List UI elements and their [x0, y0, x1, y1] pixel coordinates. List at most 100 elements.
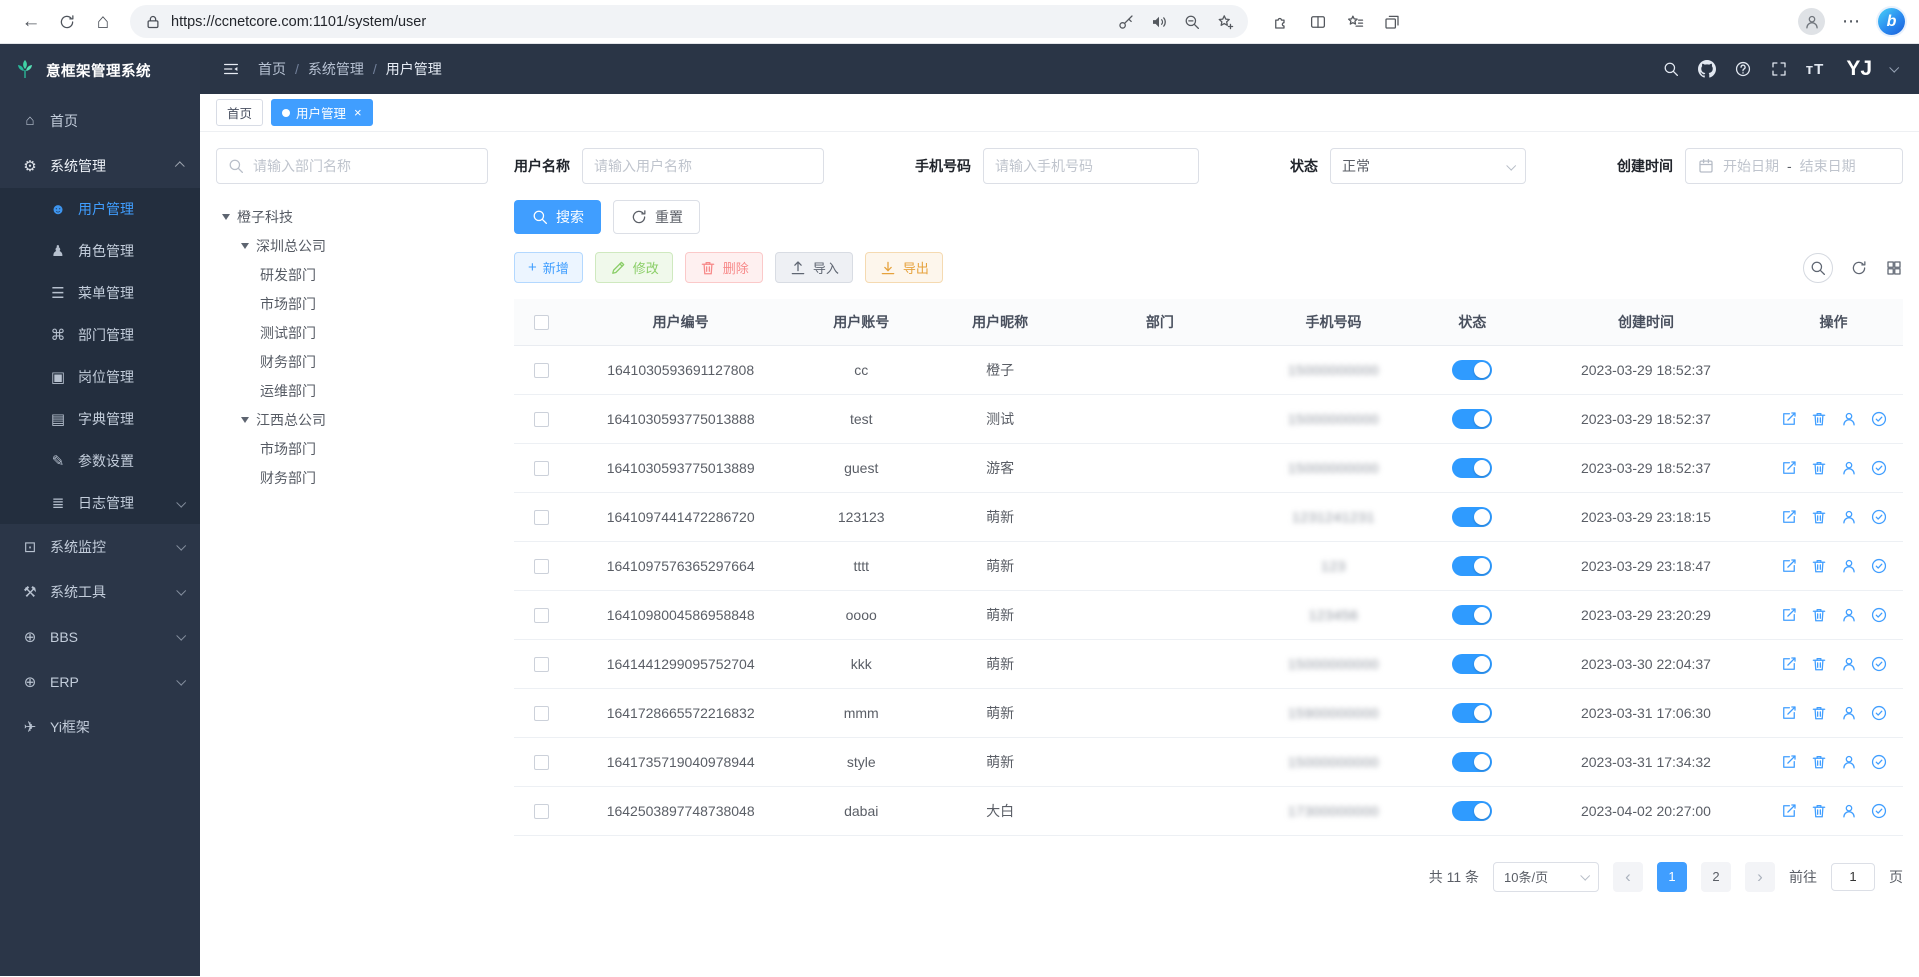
browser-profile-avatar[interactable]: [1798, 8, 1825, 35]
search-icon[interactable]: [1662, 60, 1680, 78]
tree-item[interactable]: 财务部门: [216, 347, 488, 376]
row-checkbox[interactable]: [534, 657, 549, 672]
delete-icon[interactable]: [1810, 753, 1828, 771]
goto-page-input[interactable]: [1831, 863, 1875, 891]
column-settings-button[interactable]: [1885, 259, 1903, 277]
status-toggle[interactable]: [1452, 409, 1492, 429]
edit-icon[interactable]: [1780, 410, 1798, 428]
row-checkbox[interactable]: [534, 608, 549, 623]
status-select[interactable]: 正常: [1330, 148, 1526, 184]
reset-password-icon[interactable]: [1840, 459, 1858, 477]
edit-icon[interactable]: [1780, 655, 1798, 673]
page-size-select[interactable]: 10条/页: [1493, 862, 1599, 892]
phone-input[interactable]: [995, 158, 1187, 174]
edit-icon[interactable]: [1780, 557, 1798, 575]
row-checkbox[interactable]: [534, 559, 549, 574]
import-button[interactable]: 导入: [775, 252, 853, 283]
delete-icon[interactable]: [1810, 557, 1828, 575]
reset-password-icon[interactable]: [1840, 802, 1858, 820]
browser-home-button[interactable]: ⌂: [86, 5, 120, 39]
sidebar-item[interactable]: ⊡ 系统监控: [0, 524, 200, 569]
sidebar-item[interactable]: ✈ Yi框架: [0, 704, 200, 749]
tree-item[interactable]: 运维部门: [216, 376, 488, 405]
sidebar-item[interactable]: ⌂ 首页: [0, 98, 200, 143]
tab[interactable]: 首页 ×: [216, 99, 263, 126]
row-checkbox[interactable]: [534, 706, 549, 721]
sidebar-item[interactable]: ≣ 日志管理: [0, 482, 200, 524]
add-button[interactable]: + 新增: [514, 252, 583, 283]
user-dropdown-chevron-icon[interactable]: [1889, 63, 1899, 73]
assign-role-icon[interactable]: [1870, 753, 1888, 771]
next-page-button[interactable]: ›: [1745, 862, 1775, 892]
prev-page-button[interactable]: ‹: [1613, 862, 1643, 892]
status-toggle[interactable]: [1452, 654, 1492, 674]
address-bar[interactable]: https://ccnetcore.com:1101/system/user: [130, 5, 1248, 38]
tree-item[interactable]: 深圳总公司: [216, 231, 488, 260]
reset-button[interactable]: 重置: [613, 200, 700, 234]
tree-item[interactable]: 测试部门: [216, 318, 488, 347]
date-range-picker[interactable]: 开始日期 - 结束日期: [1685, 148, 1903, 184]
add-favorite-icon[interactable]: [1216, 13, 1234, 31]
edit-icon[interactable]: [1780, 459, 1798, 477]
tree-item[interactable]: 市场部门: [216, 289, 488, 318]
tab-close-icon[interactable]: ×: [354, 105, 362, 120]
assign-role-icon[interactable]: [1870, 508, 1888, 526]
status-toggle[interactable]: [1452, 458, 1492, 478]
breadcrumb-item[interactable]: / 系统管理: [295, 59, 364, 79]
sidebar-item[interactable]: ▤ 字典管理: [0, 398, 200, 440]
sidebar-item[interactable]: ⊕ ERP: [0, 659, 200, 704]
sidebar-item[interactable]: ⌘ 部门管理: [0, 314, 200, 356]
delete-icon[interactable]: [1810, 410, 1828, 428]
status-toggle[interactable]: [1452, 752, 1492, 772]
row-checkbox[interactable]: [534, 804, 549, 819]
status-toggle[interactable]: [1452, 507, 1492, 527]
search-button[interactable]: 搜索: [514, 200, 601, 234]
help-icon[interactable]: [1734, 60, 1752, 78]
username-input[interactable]: [594, 158, 812, 174]
reset-password-icon[interactable]: [1840, 606, 1858, 624]
tab[interactable]: 用户管理 ×: [271, 99, 373, 126]
reset-password-icon[interactable]: [1840, 410, 1858, 428]
reset-password-icon[interactable]: [1840, 753, 1858, 771]
reset-password-icon[interactable]: [1840, 508, 1858, 526]
app-logo[interactable]: 意框架管理系统: [0, 44, 200, 96]
font-size-icon[interactable]: ᴛT: [1806, 61, 1825, 78]
refresh-table-button[interactable]: [1850, 259, 1868, 277]
fullscreen-icon[interactable]: [1770, 60, 1788, 78]
read-aloud-icon[interactable]: [1150, 13, 1168, 31]
edit-icon[interactable]: [1780, 704, 1798, 722]
more-icon[interactable]: ⋯: [1842, 11, 1861, 32]
assign-role-icon[interactable]: [1870, 459, 1888, 477]
assign-role-icon[interactable]: [1870, 802, 1888, 820]
assign-role-icon[interactable]: [1870, 606, 1888, 624]
row-checkbox[interactable]: [534, 461, 549, 476]
collections-icon[interactable]: [1383, 13, 1401, 31]
delete-icon[interactable]: [1810, 655, 1828, 673]
reset-password-icon[interactable]: [1840, 704, 1858, 722]
department-search-input[interactable]: [253, 158, 477, 174]
sidebar-item[interactable]: ♟ 角色管理: [0, 230, 200, 272]
tree-item[interactable]: 财务部门: [216, 463, 488, 492]
github-icon[interactable]: [1698, 60, 1716, 78]
row-checkbox[interactable]: [534, 363, 549, 378]
status-toggle[interactable]: [1452, 703, 1492, 723]
delete-icon[interactable]: [1810, 606, 1828, 624]
status-toggle[interactable]: [1452, 556, 1492, 576]
sidebar-item[interactable]: ▣ 岗位管理: [0, 356, 200, 398]
collapse-sidebar-button[interactable]: [222, 60, 240, 78]
zoom-icon[interactable]: [1183, 13, 1201, 31]
assign-role-icon[interactable]: [1870, 704, 1888, 722]
status-toggle[interactable]: [1452, 801, 1492, 821]
status-toggle[interactable]: [1452, 605, 1492, 625]
toggle-search-button[interactable]: [1803, 253, 1833, 283]
tree-item[interactable]: 研发部门: [216, 260, 488, 289]
assign-role-icon[interactable]: [1870, 557, 1888, 575]
favorites-bar-icon[interactable]: [1346, 13, 1364, 31]
delete-icon[interactable]: [1810, 802, 1828, 820]
row-checkbox[interactable]: [534, 755, 549, 770]
sidebar-item[interactable]: ⚙ 系统管理: [0, 143, 200, 188]
sidebar-item[interactable]: ✎ 参数设置: [0, 440, 200, 482]
page-button[interactable]: 2: [1701, 862, 1731, 892]
sidebar-item[interactable]: ⊕ BBS: [0, 614, 200, 659]
reset-password-icon[interactable]: [1840, 557, 1858, 575]
